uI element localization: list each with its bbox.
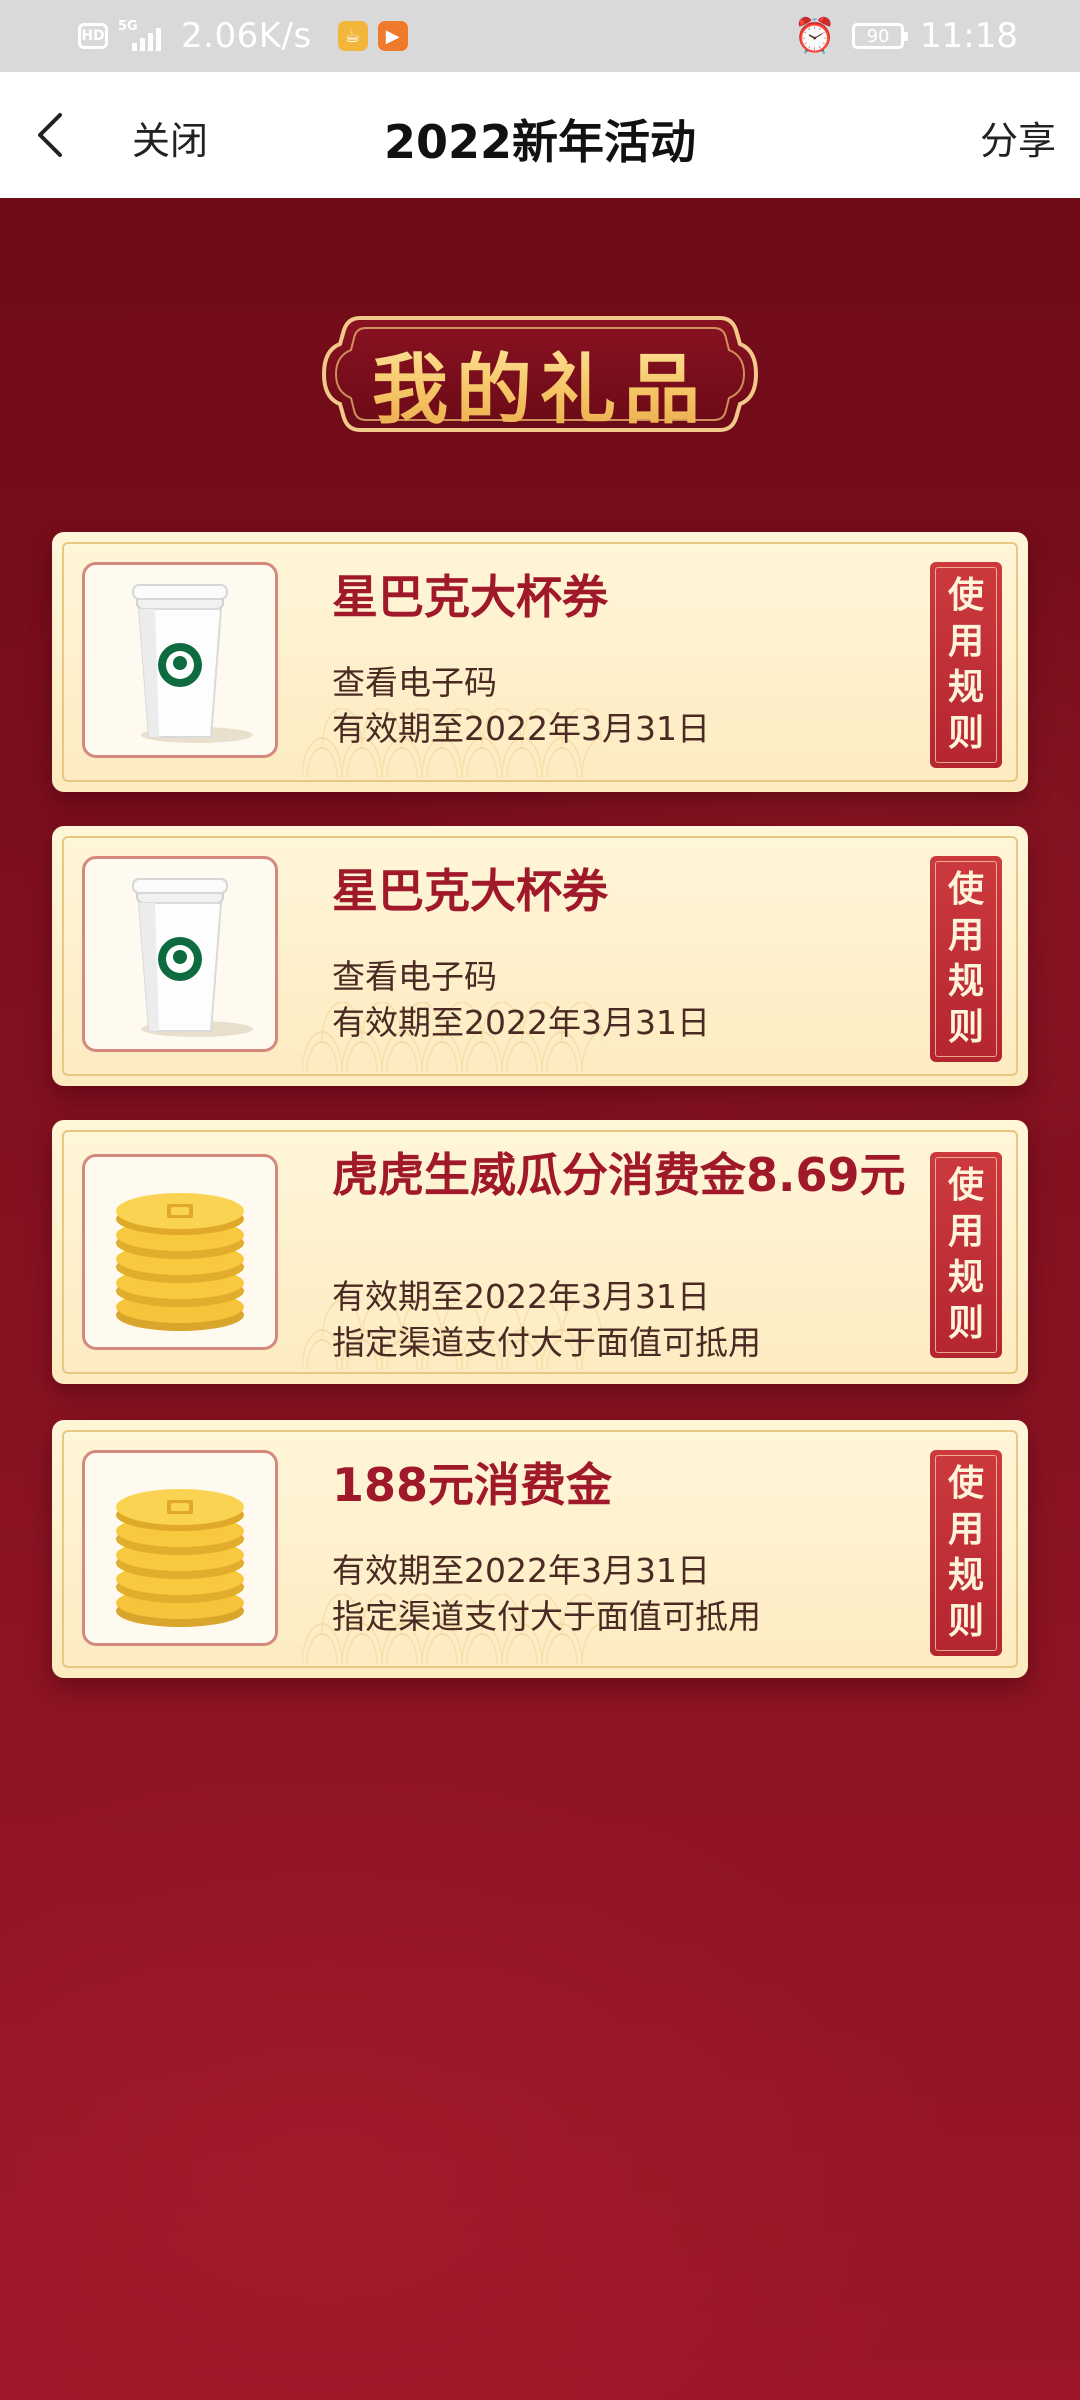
usage-rules-label: 使用规则 xyxy=(947,1463,984,1642)
usage-rules-button[interactable]: 使用规则 xyxy=(930,1450,1002,1656)
usage-rules-button[interactable]: 使用规则 xyxy=(930,856,1002,1062)
gift-thumbnail xyxy=(82,1154,278,1350)
usage-rules-label: 使用规则 xyxy=(947,575,984,754)
gift-thumbnail xyxy=(82,562,278,758)
hd-icon: HD xyxy=(78,23,108,49)
gift-title: 虎虎生威瓜分消费金8.69元 xyxy=(332,1148,906,1202)
usage-rules-button[interactable]: 使用规则 xyxy=(930,562,1002,768)
view-code-link[interactable]: 查看电子码 xyxy=(332,656,497,704)
page-title: 2022新年活动 xyxy=(383,115,697,169)
gift-title: 星巴克大杯券 xyxy=(332,864,608,918)
view-code-link[interactable]: 查看电子码 xyxy=(332,950,497,998)
network-type-label: 5G xyxy=(118,19,138,34)
gift-thumbnail xyxy=(82,1450,278,1646)
gift-card[interactable]: 虎虎生威瓜分消费金8.69元 有效期至2022年3月31日 指定渠道支付大于面值… xyxy=(52,1120,1028,1384)
gift-validity: 有效期至2022年3月31日 xyxy=(332,1551,710,1590)
usage-rules-button[interactable]: 使用规则 xyxy=(930,1152,1002,1358)
network-speed: 2.06K/s xyxy=(181,16,312,56)
status-bar-left: HD 5G 2.06K/s ☕ ▶ xyxy=(78,14,408,58)
gift-title: 188元消费金 xyxy=(332,1458,613,1512)
gift-thumbnail xyxy=(82,856,278,1052)
section-heading: 我的礼品 xyxy=(320,328,760,438)
battery-icon: 90 xyxy=(852,23,909,49)
clock-time: 11:18 xyxy=(920,16,1018,56)
gift-card[interactable]: 星巴克大杯券 查看电子码 有效期至2022年3月31日 使用规则 xyxy=(52,826,1028,1086)
video-app-icon: ▶ xyxy=(377,21,408,51)
gift-card[interactable]: 星巴克大杯券 查看电子码 有效期至2022年3月31日 使用规则 xyxy=(52,532,1028,792)
gift-card[interactable]: 188元消费金 有效期至2022年3月31日 指定渠道支付大于面值可抵用 使用规… xyxy=(52,1420,1028,1678)
share-button[interactable]: 分享 xyxy=(980,110,1056,165)
gold-coins-icon xyxy=(85,1157,275,1347)
alarm-clock-icon: ⏰ xyxy=(793,16,837,56)
gift-validity: 有效期至2022年3月31日 xyxy=(332,1277,710,1316)
gift-validity: 有效期至2022年3月31日 xyxy=(332,1003,710,1042)
starbucks-cup-icon xyxy=(85,859,275,1049)
gold-coins-icon xyxy=(85,1453,275,1643)
usage-rules-label: 使用规则 xyxy=(947,1165,984,1344)
gift-usage-condition: 指定渠道支付大于面值可抵用 xyxy=(332,1597,761,1636)
usage-rules-label: 使用规则 xyxy=(947,869,984,1048)
main-content: 我的礼品 星巴克大杯券 查看电子码 有效期至2022年3月31日 使用规则 星巴… xyxy=(0,198,1080,2400)
heading-plaque: 我的礼品 xyxy=(320,310,760,438)
signal-icon: 5G xyxy=(118,19,161,51)
status-bar: HD 5G 2.06K/s ☕ ▶ ⏰ 90 11:18 xyxy=(0,0,1080,72)
starbucks-cup-icon xyxy=(85,565,275,755)
navigation-bar: 关闭 2022新年活动 分享 xyxy=(0,72,1080,198)
status-bar-right: ⏰ 90 11:18 xyxy=(794,14,1018,58)
notification-app-icon: ☕ xyxy=(337,21,368,51)
gift-title: 星巴克大杯券 xyxy=(332,570,608,624)
gift-usage-condition: 指定渠道支付大于面值可抵用 xyxy=(332,1323,761,1362)
gift-validity: 有效期至2022年3月31日 xyxy=(332,709,710,748)
